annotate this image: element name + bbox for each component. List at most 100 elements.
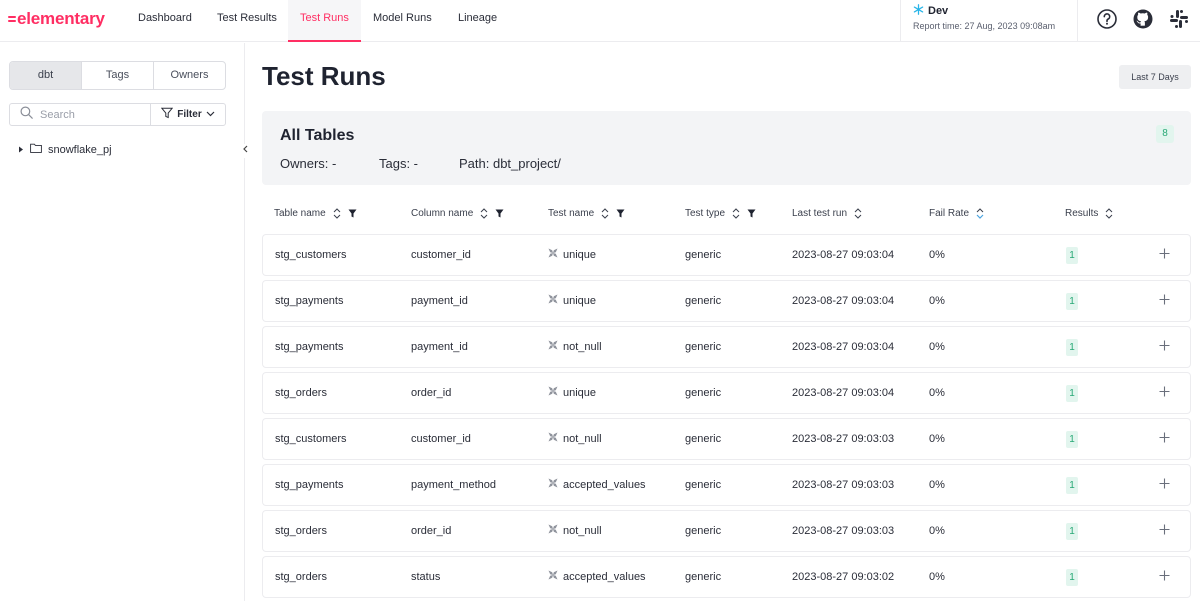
segment-dbt[interactable]: dbt bbox=[10, 62, 81, 89]
column-header-label: Results bbox=[1065, 208, 1099, 219]
test-name-text: unique bbox=[563, 387, 597, 399]
tab-lineage[interactable]: Lineage bbox=[458, 0, 497, 42]
expand-row-button[interactable] bbox=[1156, 385, 1172, 401]
filter-icon[interactable] bbox=[495, 209, 504, 218]
github-icon[interactable] bbox=[1132, 8, 1154, 30]
slack-icon[interactable] bbox=[1168, 8, 1190, 30]
summary-tags: Tags: - bbox=[379, 156, 419, 171]
date-range-button[interactable]: Last 7 Days bbox=[1119, 65, 1191, 89]
test-name-text: unique bbox=[563, 295, 597, 307]
table-row[interactable]: stg_customers customer_id unique generic… bbox=[262, 234, 1191, 276]
elementary-logo[interactable]: elementary bbox=[8, 9, 105, 29]
column-header-test-type: Test type bbox=[685, 208, 756, 219]
cell-fail-rate: 0% bbox=[929, 249, 945, 261]
sort-icon[interactable] bbox=[976, 208, 984, 219]
sort-icon[interactable] bbox=[1105, 208, 1113, 219]
results-badge[interactable]: 1 bbox=[1066, 293, 1078, 310]
cell-test-type: generic bbox=[685, 249, 722, 261]
expand-row-button[interactable] bbox=[1156, 431, 1172, 447]
help-icon[interactable] bbox=[1096, 8, 1118, 30]
sort-icon[interactable] bbox=[854, 208, 862, 219]
segment-tags[interactable]: Tags bbox=[81, 62, 153, 89]
cell-last-test-run: 2023-08-27 09:03:04 bbox=[792, 295, 895, 307]
expand-row-button[interactable] bbox=[1156, 569, 1172, 585]
cell-last-test-run: 2023-08-27 09:03:04 bbox=[792, 387, 895, 399]
plus-icon bbox=[1159, 524, 1169, 535]
expand-row-button[interactable] bbox=[1156, 477, 1172, 493]
cell-table-name: stg_orders bbox=[275, 387, 327, 399]
expand-row-button[interactable] bbox=[1156, 293, 1172, 309]
cell-last-test-run: 2023-08-27 09:03:04 bbox=[792, 341, 895, 353]
cell-table-name: stg_payments bbox=[275, 341, 344, 353]
results-badge[interactable]: 1 bbox=[1066, 247, 1078, 264]
test-name-text: unique bbox=[563, 249, 597, 261]
cell-column-name: payment_id bbox=[411, 295, 468, 307]
cell-fail-rate: 0% bbox=[929, 433, 945, 445]
table-row[interactable]: stg_payments payment_id unique generic 2… bbox=[262, 280, 1191, 322]
results-badge[interactable]: 1 bbox=[1066, 385, 1078, 402]
cell-last-test-run: 2023-08-27 09:03:03 bbox=[792, 479, 895, 491]
tab-model-runs[interactable]: Model Runs bbox=[373, 0, 432, 42]
filter-icon[interactable] bbox=[616, 209, 625, 218]
chevron-down-icon bbox=[206, 109, 215, 121]
cell-last-test-run: 2023-08-27 09:03:02 bbox=[792, 571, 895, 583]
results-badge[interactable]: 1 bbox=[1066, 339, 1078, 356]
sort-icon[interactable] bbox=[480, 208, 488, 219]
sort-icon[interactable] bbox=[601, 208, 609, 219]
column-header-test-name: Test name bbox=[548, 208, 625, 219]
tab-test-runs[interactable]: Test Runs bbox=[288, 0, 361, 42]
test-name-text: not_null bbox=[563, 433, 602, 445]
expand-row-button[interactable] bbox=[1156, 339, 1172, 355]
table-row[interactable]: stg_orders order_id not_null generic 202… bbox=[262, 510, 1191, 552]
cell-test-name: accepted_values bbox=[548, 465, 646, 505]
search-input[interactable] bbox=[40, 108, 140, 121]
cell-table-name: stg_customers bbox=[275, 433, 347, 445]
test-name-text: accepted_values bbox=[563, 479, 646, 491]
results-badge[interactable]: 1 bbox=[1066, 569, 1078, 586]
tree-item-label: snowflake_pj bbox=[48, 143, 112, 156]
table-row[interactable]: stg_payments payment_id not_null generic… bbox=[262, 326, 1191, 368]
results-badge[interactable]: 1 bbox=[1066, 523, 1078, 540]
cell-fail-rate: 0% bbox=[929, 571, 945, 583]
cell-test-name: not_null bbox=[548, 511, 602, 551]
filter-button[interactable]: Filter bbox=[150, 103, 226, 126]
segment-owners[interactable]: Owners bbox=[153, 62, 225, 89]
expand-row-button[interactable] bbox=[1156, 247, 1172, 263]
plus-icon bbox=[1159, 478, 1169, 489]
sort-icon[interactable] bbox=[732, 208, 740, 219]
test-name-text: not_null bbox=[563, 525, 602, 537]
cell-table-name: stg_orders bbox=[275, 571, 327, 583]
cell-table-name: stg_payments bbox=[275, 295, 344, 307]
cell-test-name: not_null bbox=[548, 419, 602, 459]
summary-path: Path: dbt_project/ bbox=[459, 156, 561, 171]
cell-test-type: generic bbox=[685, 341, 722, 353]
column-header-last-test-run: Last test run bbox=[792, 208, 862, 219]
cell-test-type: generic bbox=[685, 525, 722, 537]
sidebar-collapse-button[interactable] bbox=[238, 144, 252, 158]
results-badge[interactable]: 1 bbox=[1066, 477, 1078, 494]
column-header-label: Test type bbox=[685, 208, 726, 219]
logo-text: elementary bbox=[17, 9, 105, 28]
cell-test-name: unique bbox=[548, 373, 596, 413]
table-row[interactable]: stg_orders status accepted_values generi… bbox=[262, 556, 1191, 598]
caret-right-icon[interactable] bbox=[18, 144, 24, 156]
cell-fail-rate: 0% bbox=[929, 341, 945, 353]
cell-column-name: customer_id bbox=[411, 433, 471, 445]
tree-item-snowflake-pj[interactable]: snowflake_pj bbox=[18, 143, 112, 156]
tab-dashboard[interactable]: Dashboard bbox=[138, 0, 192, 42]
expand-row-button[interactable] bbox=[1156, 523, 1172, 539]
filter-icon[interactable] bbox=[348, 209, 357, 218]
cell-test-type: generic bbox=[685, 479, 722, 491]
table-row[interactable]: stg_orders order_id unique generic 2023-… bbox=[262, 372, 1191, 414]
table-row[interactable]: stg_customers customer_id not_null gener… bbox=[262, 418, 1191, 460]
filter-icon[interactable] bbox=[747, 209, 756, 218]
cell-last-test-run: 2023-08-27 09:03:03 bbox=[792, 433, 895, 445]
logo-mark-icon bbox=[8, 15, 16, 23]
results-badge[interactable]: 1 bbox=[1066, 431, 1078, 448]
table-row[interactable]: stg_payments payment_method accepted_val… bbox=[262, 464, 1191, 506]
page-title: Test Runs bbox=[262, 61, 386, 91]
tab-test-results[interactable]: Test Results bbox=[217, 0, 277, 42]
cell-fail-rate: 0% bbox=[929, 295, 945, 307]
sort-icon[interactable] bbox=[333, 208, 341, 219]
plus-icon bbox=[1159, 432, 1169, 443]
